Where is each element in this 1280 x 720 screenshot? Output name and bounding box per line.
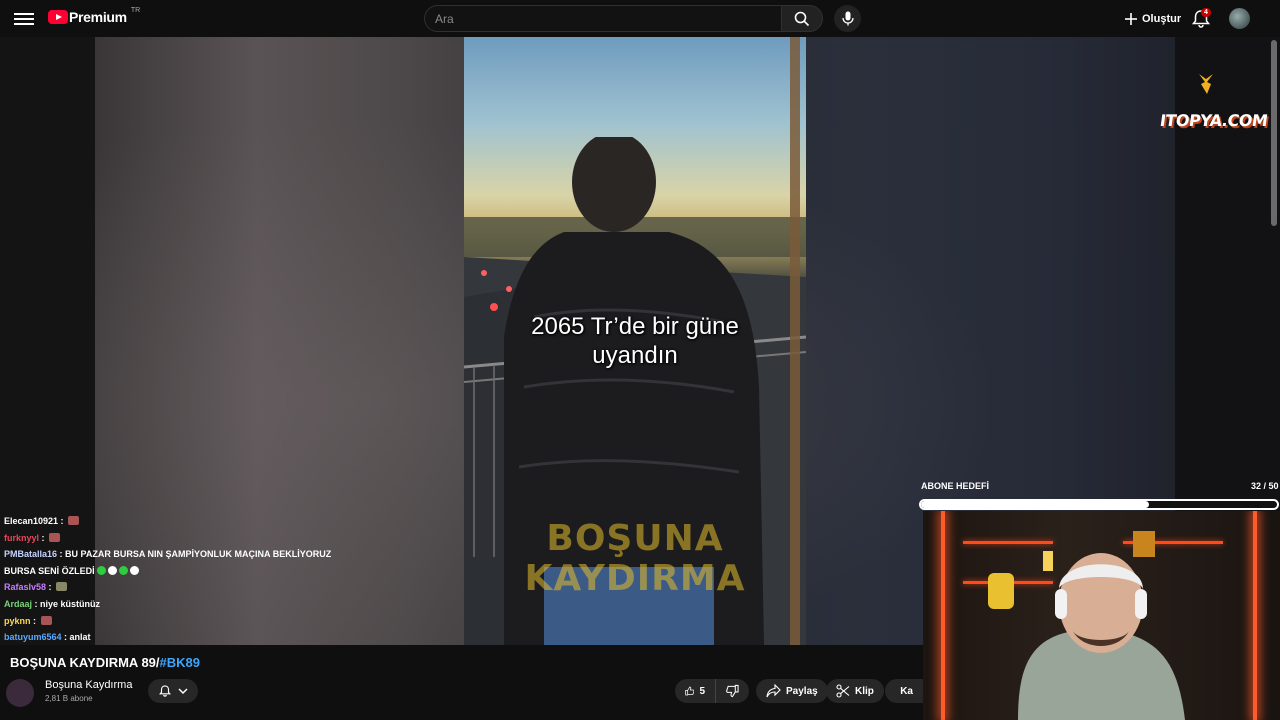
share-arrow-icon: [766, 684, 781, 698]
masthead: Premium TR Oluştur 4: [0, 0, 1280, 37]
chat-separator: :: [58, 516, 67, 526]
youtube-premium-logo[interactable]: Premium TR: [48, 6, 141, 25]
video-hashtag[interactable]: #BK89: [160, 655, 200, 670]
chat-emoji-circle-icon: [118, 565, 128, 575]
chat-username[interactable]: pyknn: [4, 616, 31, 626]
region-code: TR: [130, 6, 141, 14]
video-title-text: BOŞUNA KAYDIRMA 89/: [10, 655, 160, 670]
chat-message: pyknn :: [4, 613, 344, 630]
sponsor-logo-icon: [1199, 74, 1213, 94]
share-button[interactable]: Paylaş: [756, 679, 828, 703]
chat-username[interactable]: furknyyl: [4, 533, 39, 543]
save-button[interactable]: Ka: [885, 679, 923, 703]
microphone-icon: [841, 11, 854, 26]
chat-text: BU PAZAR BURSA NIN ŞAMPİYONLUK MAÇINA BE…: [65, 549, 332, 560]
thumbs-up-icon: [685, 686, 695, 696]
channel-name[interactable]: Boşuna Kaydırma: [45, 679, 132, 691]
chat-message: PMBatalla16 : BU PAZAR BURSA NIN ŞAMPİYO…: [4, 546, 344, 563]
watermark-line-1: BOŞUNA: [546, 518, 724, 559]
sub-goal-progress-bar: [919, 499, 1279, 510]
chat-emoji-circle-icon: [129, 565, 139, 575]
youtube-play-icon: [48, 10, 68, 24]
voice-search-button[interactable]: [834, 5, 861, 32]
chat-emote-icon: [49, 532, 61, 542]
chat-username[interactable]: batuyum6564: [4, 632, 62, 642]
chat-message: BURSA SENİ ÖZLEDİ: [4, 563, 344, 580]
search-button[interactable]: [781, 5, 823, 32]
chat-separator: :: [57, 549, 66, 560]
chat-message: batuyum6564 : anlat: [4, 629, 344, 646]
chat-text: anlat: [69, 632, 91, 643]
chat-separator: :: [46, 582, 55, 593]
chat-separator: :: [61, 632, 70, 643]
search-box: [424, 5, 782, 32]
account-avatar[interactable]: [1229, 8, 1250, 29]
create-button[interactable]: Oluştur: [1114, 6, 1191, 31]
streamer-webcam: [923, 511, 1280, 720]
scissors-icon: [836, 684, 850, 698]
chat-message: furknyyl :: [4, 530, 344, 547]
plus-icon: [1125, 12, 1137, 25]
chat-username[interactable]: Ardaaj: [4, 599, 32, 609]
sponsor-logo: ITOPYA.COM: [1158, 111, 1269, 130]
video-caption: 2065 Tr’de bir güne uyandın: [464, 312, 806, 370]
like-button[interactable]: 5: [675, 679, 715, 703]
chevron-down-icon: [178, 688, 188, 695]
sub-goal-progress-fill: [921, 501, 1149, 508]
like-count: 5: [699, 685, 705, 697]
caption-line-1: 2065 Tr’de bir güne: [531, 313, 739, 340]
clip-button[interactable]: Klip: [826, 679, 884, 703]
channel-watermark: BOŞUNA KAYDIRMA: [464, 519, 806, 599]
chat-emote-icon: [56, 582, 68, 592]
chat-username[interactable]: Elecan10921: [4, 516, 58, 526]
chat-message: Elecan10921 :: [4, 513, 344, 530]
streamer-silhouette: [988, 531, 1185, 720]
chat-username[interactable]: Rafaslv58: [4, 582, 46, 592]
chat-text: niye küstünüz: [40, 598, 101, 609]
search-icon: [794, 11, 810, 26]
subscription-notification-button[interactable]: [148, 679, 198, 703]
watermark-line-2: KAYDIRMA: [524, 558, 746, 599]
chat-emoji-circle-icon: [107, 565, 117, 575]
video-title[interactable]: BOŞUNA KAYDIRMA 89/#BK89: [10, 655, 200, 670]
clip-label: Klip: [855, 685, 874, 697]
search-input[interactable]: [435, 6, 765, 31]
notification-badge: 4: [1201, 8, 1211, 17]
create-label: Oluştur: [1142, 12, 1182, 25]
chat-text: BURSA SENİ ÖZLEDİ: [4, 565, 95, 576]
menu-icon[interactable]: [14, 10, 34, 26]
vertical-video-frame: 2065 Tr’de bir güne uyandın BOŞUNA KAYDI…: [464, 37, 806, 645]
chat-separator: :: [32, 598, 41, 609]
chat-separator: :: [30, 615, 39, 626]
caption-line-2: uyandın: [592, 342, 678, 369]
chat-username[interactable]: PMBatalla16: [4, 549, 57, 559]
sub-goal-title: ABONE HEDEFİ: [921, 481, 990, 491]
chat-emote-icon: [40, 615, 52, 625]
save-label: Ka: [900, 685, 913, 697]
thumbs-down-icon: [726, 684, 739, 698]
chat-emoji-circle-icon: [96, 565, 106, 575]
share-label: Paylaş: [786, 685, 818, 697]
page-scrollbar[interactable]: [1271, 40, 1277, 226]
bell-icon: [159, 685, 171, 697]
chat-separator: :: [39, 532, 48, 543]
sub-goal-count: 32 / 50: [1251, 481, 1279, 491]
dislike-button[interactable]: [715, 679, 749, 703]
logo-text: Premium: [69, 9, 127, 25]
subscriber-count: 2,81 B abone: [45, 694, 93, 703]
chat-emote-icon: [68, 516, 80, 525]
channel-avatar[interactable]: [6, 679, 34, 707]
chat-message: Rafaslv58 :: [4, 579, 344, 596]
chat-message: Ardaaj : niye küstünüz: [4, 596, 344, 613]
